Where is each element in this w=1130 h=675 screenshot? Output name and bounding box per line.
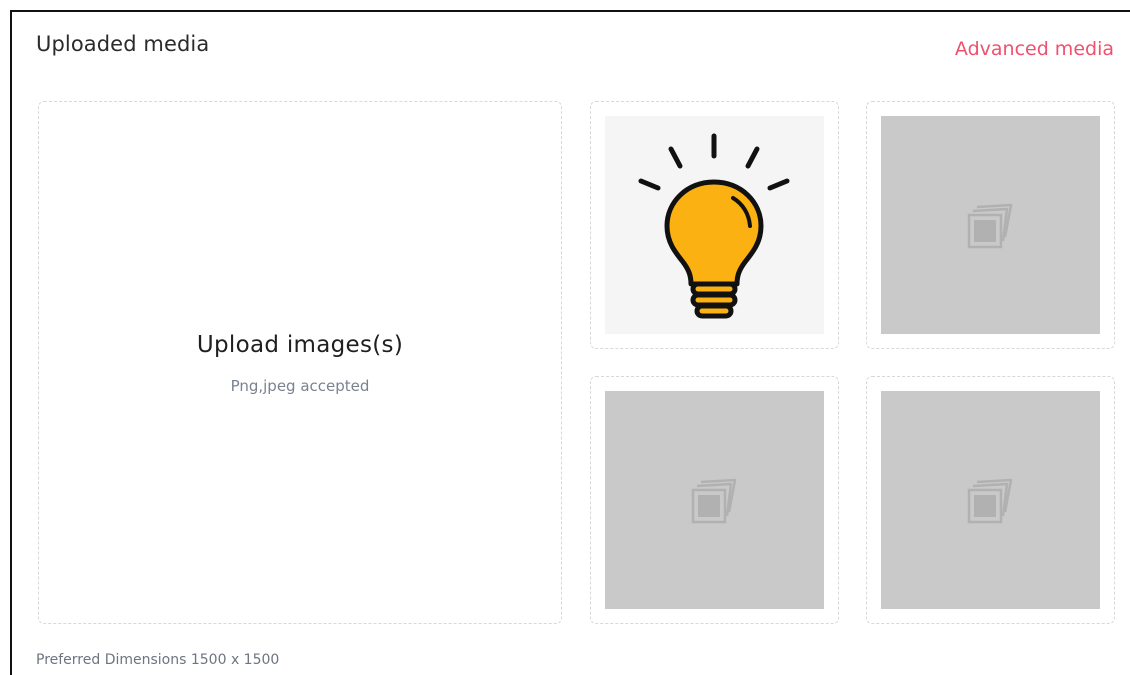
uploaded-image-thumbnail [605,116,824,334]
upload-title: Upload images(s) [196,332,404,358]
image-placeholder-icon [967,203,1012,249]
empty-image-placeholder [605,391,824,609]
empty-image-placeholder [881,116,1100,334]
section-title: Uploaded media [36,32,210,56]
upload-dropzone[interactable]: Upload images(s) Png,jpeg accepted [38,101,562,624]
upload-accepted-formats: Png,jpeg accepted [230,377,370,395]
media-slot-3[interactable] [590,376,839,624]
advanced-media-link[interactable]: Advanced media [955,38,1114,60]
image-placeholder-icon [967,478,1012,524]
image-placeholder-icon [691,478,736,524]
media-panel: Uploaded media Advanced media Upload ima… [10,10,1130,675]
lightbulb-icon [638,133,790,319]
media-slot-2[interactable] [866,101,1115,349]
preferred-dimensions-note: Preferred Dimensions 1500 x 1500 [36,652,280,668]
media-slot-4[interactable] [866,376,1115,624]
empty-image-placeholder [881,391,1100,609]
media-slot-1[interactable] [590,101,839,349]
